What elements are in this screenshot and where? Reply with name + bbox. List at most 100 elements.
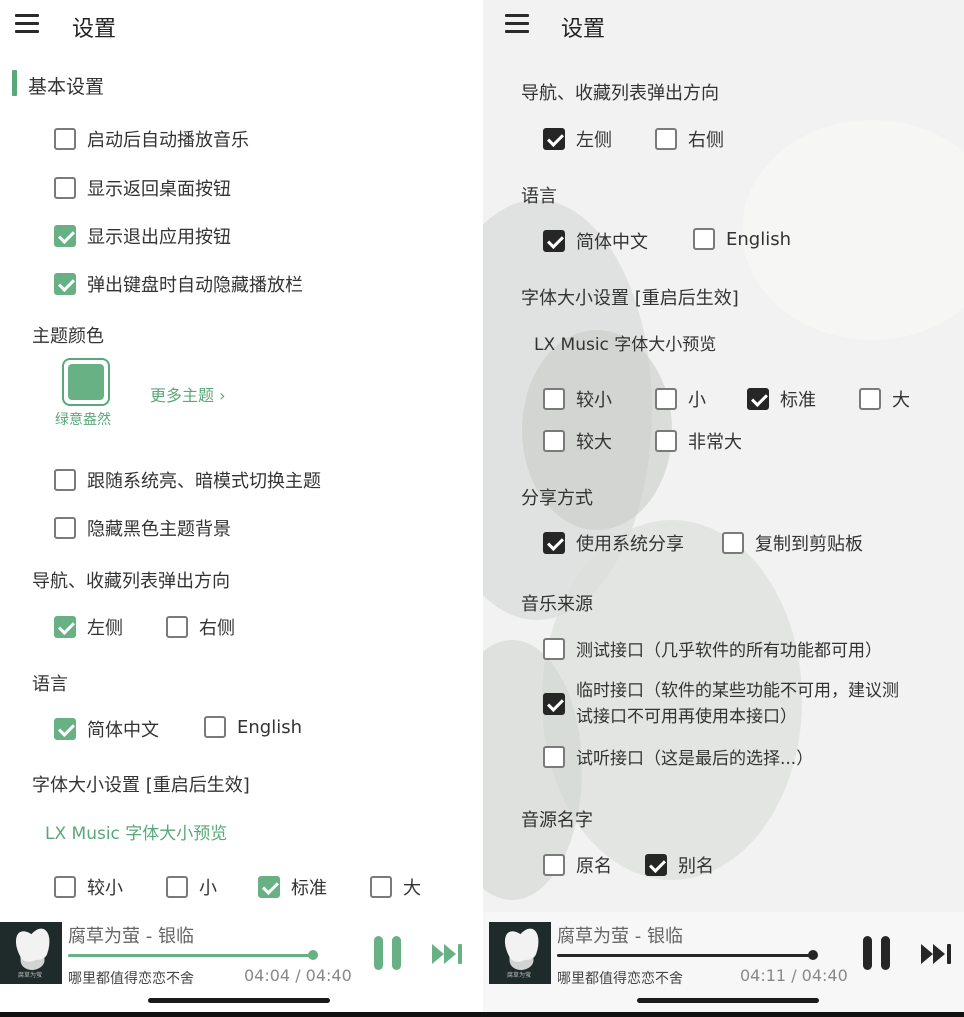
checkbox-box-checked[interactable] (54, 273, 76, 295)
checkbox-box-checked[interactable] (645, 854, 667, 876)
swatch-color (68, 364, 104, 400)
progress-bar[interactable] (557, 950, 818, 960)
checkbox-box-checked[interactable] (543, 128, 565, 150)
hamburger-icon[interactable] (15, 14, 39, 34)
checkbox-box-checked[interactable] (258, 876, 280, 898)
radio-nav-left[interactable]: 左侧 (54, 614, 123, 640)
pause-icon[interactable] (861, 936, 893, 972)
progress-bar[interactable] (68, 950, 318, 960)
radio-source-temporary-label: 临时接口（软件的某些功能不可用，建议测 试接口不可用再使用本接口） (576, 681, 899, 727)
checkbox-box[interactable] (722, 532, 744, 554)
section-title-font-size: 字体大小设置 [重启后生效] (521, 288, 739, 309)
checkbox-box[interactable] (370, 876, 392, 898)
radio-font-very-large[interactable]: 非常大 (655, 428, 742, 454)
section-title-basic: 基本设置 (28, 76, 105, 98)
pause-icon[interactable] (372, 936, 404, 972)
page-title: 设置 (72, 17, 117, 42)
checkbox-box-checked[interactable] (54, 225, 76, 247)
lyric-line: 哪里都值得恋恋不舍 (557, 971, 683, 987)
radio-nav-left[interactable]: 左侧 (543, 126, 612, 152)
checkbox-box[interactable] (655, 388, 677, 410)
radio-nav-right[interactable]: 右侧 (655, 126, 724, 152)
song-title: 腐草为萤 - 银临 (68, 926, 194, 947)
radio-share-clipboard[interactable]: 复制到剪贴板 (722, 530, 863, 556)
radio-lang-zh[interactable]: 简体中文 (543, 228, 648, 254)
radio-font-large[interactable]: 大 (370, 874, 421, 900)
radio-source-name-alias[interactable]: 别名 (645, 852, 714, 878)
checkbox-hide-player-on-keyboard[interactable]: 弹出键盘时自动隐藏播放栏 (54, 271, 303, 297)
checkbox-box[interactable] (54, 469, 76, 491)
checkbox-show-home-button[interactable]: 显示返回桌面按钮 (54, 175, 231, 201)
player-bar: 腐草为萤 腐草为萤 - 银临 哪里都值得恋恋不舍 04:11 / 04:40 (482, 912, 964, 1017)
album-cover[interactable]: 腐草为萤 (489, 922, 551, 984)
more-themes-link[interactable]: 更多主题 › (150, 382, 226, 406)
hamburger-icon[interactable] (505, 14, 529, 34)
play-time: 04:11 / 04:40 (740, 966, 848, 985)
home-indicator[interactable] (637, 998, 819, 1003)
checkbox-box[interactable] (54, 177, 76, 199)
checkbox-box[interactable] (166, 616, 188, 638)
skip-next-icon[interactable] (430, 940, 466, 968)
radio-lang-en[interactable]: English (204, 716, 302, 738)
radio-font-small[interactable]: 小 (166, 874, 217, 900)
checkbox-box[interactable] (166, 876, 188, 898)
skip-next-icon[interactable] (919, 940, 955, 968)
checkbox-show-exit-button[interactable]: 显示退出应用按钮 (54, 223, 231, 249)
radio-font-smaller[interactable]: 较小 (543, 386, 612, 412)
settings-panel-left: 设置 基本设置 启动后自动播放音乐 显示返回桌面按钮 显示退出应用按钮 弹出键盘… (0, 0, 482, 1017)
checkbox-box-checked[interactable] (543, 230, 565, 252)
checkbox-box[interactable] (655, 430, 677, 452)
checkbox-box[interactable] (54, 876, 76, 898)
radio-share-system[interactable]: 使用系统分享 (543, 530, 684, 556)
checkbox-box[interactable] (543, 854, 565, 876)
radio-font-small[interactable]: 小 (655, 386, 706, 412)
checkbox-box[interactable] (54, 517, 76, 539)
radio-font-larger[interactable]: 较大 (543, 428, 612, 454)
section-title-font-size: 字体大小设置 [重启后生效] (32, 775, 250, 796)
section-accent-bar (12, 70, 17, 96)
radio-nav-right[interactable]: 右侧 (166, 614, 235, 640)
section-title-music-source: 音乐来源 (521, 594, 593, 615)
section-title-nav-direction: 导航、收藏列表弹出方向 (521, 83, 719, 104)
progress-handle[interactable] (808, 950, 818, 960)
checkbox-box[interactable] (543, 430, 565, 452)
checkbox-box[interactable] (693, 228, 715, 250)
checkbox-box-checked[interactable] (747, 388, 769, 410)
home-indicator[interactable] (148, 998, 330, 1003)
album-cover[interactable]: 腐草为萤 (0, 922, 62, 984)
checkbox-box-checked[interactable] (543, 693, 565, 715)
radio-font-standard[interactable]: 标准 (747, 386, 816, 412)
section-title-language: 语言 (32, 674, 68, 695)
radio-lang-en[interactable]: English (693, 228, 791, 250)
checkbox-box[interactable] (54, 128, 76, 150)
checkbox-box[interactable] (204, 716, 226, 738)
checkbox-box[interactable] (543, 388, 565, 410)
lyric-line: 哪里都值得恋恋不舍 (68, 971, 194, 987)
checkbox-box[interactable] (543, 745, 565, 768)
radio-source-name-original[interactable]: 原名 (543, 852, 612, 878)
radio-font-large[interactable]: 大 (859, 386, 910, 412)
checkbox-box[interactable] (655, 128, 677, 150)
checkbox-box-checked[interactable] (54, 718, 76, 740)
radio-source-trial[interactable]: 试听接口（这是最后的选择...） (543, 744, 813, 769)
section-title-theme: 主题颜色 (32, 326, 104, 347)
checkbox-follow-system-theme[interactable]: 跟随系统亮、暗模式切换主题 (54, 467, 321, 493)
checkbox-autoplay[interactable]: 启动后自动播放音乐 (54, 126, 249, 152)
radio-font-standard[interactable]: 标准 (258, 874, 327, 900)
progress-handle[interactable] (308, 950, 318, 960)
checkbox-hide-black-bg[interactable]: 隐藏黑色主题背景 (54, 515, 231, 541)
theme-swatch-green[interactable] (62, 358, 110, 406)
section-title-language: 语言 (521, 186, 557, 207)
radio-lang-zh[interactable]: 简体中文 (54, 716, 159, 742)
app-header: 设置 (482, 0, 964, 52)
checkbox-box[interactable] (859, 388, 881, 410)
font-size-preview: LX Music 字体大小预览 (45, 824, 228, 844)
radio-source-temporary[interactable]: 临时接口（软件的某些功能不可用，建议测 试接口不可用再使用本接口） (543, 678, 899, 730)
checkbox-box-checked[interactable] (54, 616, 76, 638)
radio-font-smaller[interactable]: 较小 (54, 874, 123, 900)
player-bar: 腐草为萤 腐草为萤 - 银临 哪里都值得恋恋不舍 04:04 / 04:40 (0, 912, 482, 1017)
radio-source-test[interactable]: 测试接口（几乎软件的所有功能都可用） (543, 636, 882, 661)
bottom-strip (0, 1012, 964, 1017)
checkbox-box[interactable] (543, 637, 565, 660)
checkbox-box-checked[interactable] (543, 532, 565, 554)
